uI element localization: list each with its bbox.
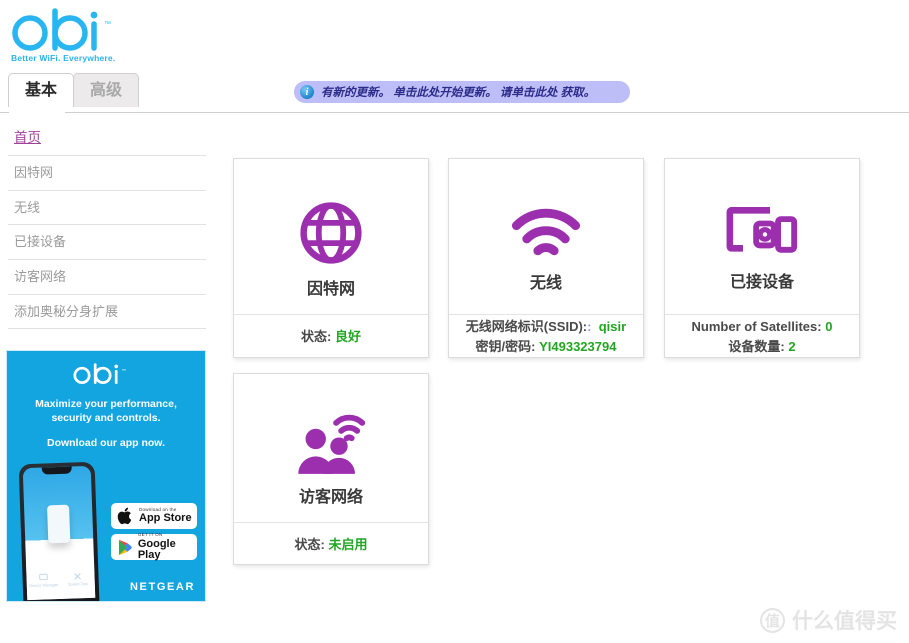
promo-subline: Download our app now. [46, 437, 166, 450]
tab-basic[interactable]: 基本 [8, 73, 75, 107]
wireless-password-label: 密钥/密码: [475, 338, 536, 354]
card-guest-network[interactable]: 访客网络 状态: 未启用 [233, 373, 429, 565]
wireless-password-value: YI493323794 [539, 338, 617, 354]
google-play-badge[interactable]: GET IT ON Google Play [111, 533, 197, 561]
google-play-icon [118, 539, 132, 555]
phone-mockup: Device Manager Speed Test [18, 461, 100, 601]
sidebar-nav: 首页 因特网 无线 已接设备 访客网络 添加奥秘分身扩展 [8, 128, 206, 330]
orbi-device-illustration [47, 504, 71, 544]
card-wireless-body: 无线 [449, 159, 643, 314]
page-root: ™ Better WiFi. Everywhere. 基本 高级 i 有新的更新… [0, 0, 909, 643]
phone-notch [41, 466, 72, 475]
card-devices-body: 已接设备 [665, 159, 859, 314]
satellites-value: 0 [825, 319, 833, 334]
orbi-app-promo[interactable]: ™ Maximize your performance, security an… [6, 350, 206, 602]
wireless-ssid-label: 无线网络标识(SSID): [465, 319, 588, 334]
card-devices-footer: Number of Satellites: 0 设备数量: 2 [665, 314, 859, 358]
sidebar-item-internet[interactable]: 因特网 [8, 156, 206, 191]
guest-status-row: 状态: 未启用 [295, 535, 368, 555]
active-tab-joint [9, 112, 65, 114]
orbi-wordmark-white-icon: ™ [73, 363, 126, 384]
internet-status-label: 状态: [301, 328, 332, 344]
card-wireless-title: 无线 [529, 272, 562, 292]
watermark-mark-icon: 值 [760, 607, 785, 633]
update-banner[interactable]: i 有新的更新。 单击此处开始更新。 请单击此处 获取。 [294, 81, 630, 103]
svg-text:™: ™ [122, 368, 126, 373]
google-play-text: GET IT ON Google Play [138, 533, 197, 561]
card-internet-body: 因特网 [234, 159, 428, 314]
watermark: 值 什么值得买 [760, 605, 897, 635]
logo-tagline: Better WiFi. Everywhere. [11, 53, 116, 63]
promo-headline: Maximize your performance, security and … [7, 397, 205, 425]
app-store-badge[interactable]: Download on the App Store [111, 503, 197, 529]
svg-text:™: ™ [104, 21, 111, 28]
sidebar-item-add-satellite[interactable]: 添加奥秘分身扩展 [8, 295, 206, 330]
card-wireless[interactable]: 无线 无线网络标识(SSID):: qisir 密钥/密码: YI4933237… [448, 158, 644, 358]
tab-advanced[interactable]: 高级 [73, 73, 140, 107]
satellites-row: Number of Satellites: 0 [692, 317, 833, 337]
card-devices-title: 已接设备 [729, 271, 794, 291]
globe-icon [300, 201, 362, 264]
google-play-name: Google Play [137, 537, 176, 561]
update-banner-text: 有新的更新。 单击此处开始更新。 请单击此处 获取。 [321, 87, 596, 99]
guest-status-label: 状态: [294, 536, 325, 552]
internet-status-row: 状态: 良好 [301, 327, 361, 347]
devices-icon [726, 206, 798, 253]
wireless-ssid-row: 无线网络标识(SSID):: qisir [466, 317, 626, 337]
wireless-ssid-value: qisir [598, 319, 627, 334]
card-internet-footer: 状态: 良好 [234, 314, 428, 358]
card-guest-body: 访客网络 [234, 374, 428, 522]
promo-logo: ™ [7, 361, 205, 390]
sidebar-item-wireless[interactable]: 无线 [8, 191, 206, 226]
apple-icon [117, 507, 132, 525]
app-store-text: Download on the App Store [139, 507, 192, 525]
phone-tab-speed-test: Speed Test [60, 558, 95, 599]
speed-test-icon [74, 572, 81, 580]
devices-count-value: 2 [788, 338, 796, 354]
orbi-logo: ™ Better WiFi. Everywhere. [8, 6, 228, 63]
main-tabs: 基本 高级 [8, 73, 140, 107]
card-guest-title: 访客网络 [298, 487, 363, 506]
promo-headline-line1: Maximize your performance, [35, 398, 177, 410]
card-internet[interactable]: 因特网 状态: 良好 [233, 158, 429, 358]
phone-tab-label-right: Speed Test [67, 580, 88, 587]
card-attached-devices[interactable]: 已接设备 Number of Satellites: 0 设备数量: 2 [664, 158, 860, 358]
devices-count-label: 设备数量: [728, 338, 785, 354]
phone-screen: Device Manager Speed Test [22, 465, 96, 601]
device-manager-icon [39, 573, 48, 580]
watermark-text: 什么值得买 [792, 609, 897, 633]
info-icon: i [300, 85, 314, 99]
promo-headline-line2: security and controls. [51, 412, 161, 425]
card-wireless-footer: 无线网络标识(SSID):: qisir 密钥/密码: YI493323794 [449, 314, 643, 358]
devices-count-row: 设备数量: 2 [728, 337, 795, 357]
wifi-icon [511, 208, 581, 255]
sidebar-item-guest-network[interactable]: 访客网络 [8, 260, 206, 295]
phone-tab-label-left: Device Manager [29, 581, 59, 588]
sidebar-item-attached-devices[interactable]: 已接设备 [8, 225, 206, 260]
internet-status-value: 良好 [334, 328, 361, 344]
satellites-label: Number of Satellites: [691, 319, 822, 334]
phone-tab-device-manager: Device Manager [26, 559, 61, 600]
card-guest-footer: 状态: 未启用 [234, 522, 428, 566]
tabs-divider [0, 112, 909, 113]
guest-status-value: 未启用 [328, 536, 368, 552]
card-internet-title: 因特网 [306, 278, 355, 298]
wireless-ssid-colon: : [587, 319, 592, 334]
orbi-wordmark-icon: ™ [12, 8, 111, 51]
phone-app-tabs: Device Manager Speed Test [25, 557, 96, 601]
app-store-name: App Store [139, 512, 192, 525]
wireless-password-row: 密钥/密码: YI493323794 [476, 337, 617, 357]
guest-network-icon [298, 414, 366, 474]
sidebar-item-home[interactable]: 首页 [8, 128, 206, 157]
netgear-brand: NETGEAR [130, 581, 195, 593]
